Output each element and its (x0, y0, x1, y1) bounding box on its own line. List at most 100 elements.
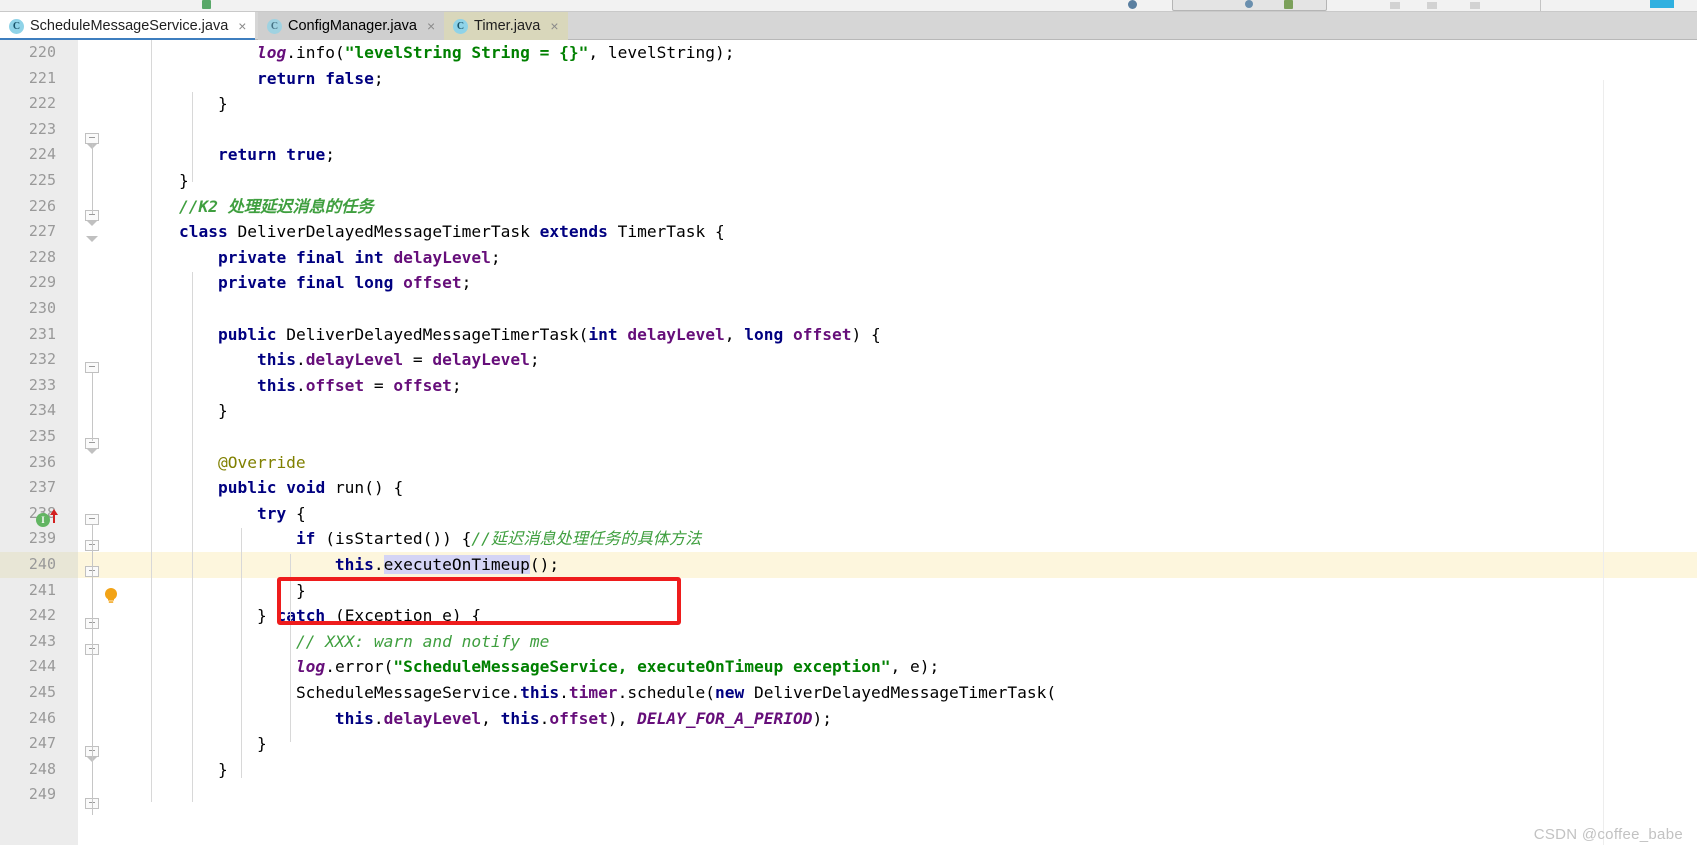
code-text[interactable]: this.offset = offset; (140, 373, 462, 399)
code-line[interactable]: 229 private final long offset; (0, 270, 1697, 296)
code-text[interactable]: @Override (140, 450, 306, 476)
code-line[interactable]: 220 log.info("levelString String = {}", … (0, 40, 1697, 66)
line-number[interactable]: 241 (0, 578, 58, 604)
code-text[interactable]: } (140, 168, 189, 194)
code-line[interactable]: 245 ScheduleMessageService.this.timer.sc… (0, 680, 1697, 706)
line-number[interactable]: 227 (0, 219, 58, 245)
toolbar-icon-right[interactable] (1284, 0, 1293, 9)
line-number[interactable]: 249 (0, 782, 58, 808)
line-number[interactable]: 240 (0, 552, 58, 578)
code-text[interactable]: private final int delayLevel; (140, 245, 501, 271)
line-number[interactable]: 220 (0, 40, 58, 66)
line-number[interactable]: 230 (0, 296, 58, 322)
code-text[interactable]: } (140, 398, 228, 424)
line-number[interactable]: 233 (0, 373, 58, 399)
code-line[interactable]: 246 this.delayLevel, this.offset), DELAY… (0, 706, 1697, 732)
code-text[interactable]: return true; (140, 142, 335, 168)
code-line[interactable]: 233 this.offset = offset; (0, 373, 1697, 399)
line-number[interactable]: 226 (0, 194, 58, 220)
line-number[interactable]: 221 (0, 66, 58, 92)
editor-tab-bar[interactable]: C ScheduleMessageService.java × C Config… (0, 12, 1697, 40)
code-text[interactable]: this.executeOnTimeup(); (140, 552, 559, 578)
line-number[interactable]: 222 (0, 91, 58, 117)
code-line[interactable]: 225 } (0, 168, 1697, 194)
code-line[interactable]: 227 class DeliverDelayedMessageTimerTask… (0, 219, 1697, 245)
code-line[interactable]: 248 } (0, 757, 1697, 783)
code-line[interactable]: 244 log.error("ScheduleMessageService, e… (0, 654, 1697, 680)
code-line[interactable]: 222 } (0, 91, 1697, 117)
line-number[interactable]: 235 (0, 424, 58, 450)
code-line[interactable]: 239 if (isStarted()) {//延迟消息处理任务的具体方法 (0, 526, 1697, 552)
code-text[interactable]: private final long offset; (140, 270, 471, 296)
line-number[interactable]: 231 (0, 322, 58, 348)
line-number[interactable]: 228 (0, 245, 58, 271)
line-number[interactable]: 229 (0, 270, 58, 296)
line-number[interactable]: 247 (0, 731, 58, 757)
toolbar-icon-left[interactable] (1128, 0, 1137, 9)
line-number[interactable]: 224 (0, 142, 58, 168)
line-number[interactable]: 223 (0, 117, 58, 143)
code-text[interactable]: try { (140, 501, 306, 527)
code-line[interactable]: 249 (0, 782, 1697, 808)
editor-tab-configmanager[interactable]: C ConfigManager.java × (258, 12, 445, 40)
code-line[interactable]: 234 } (0, 398, 1697, 424)
code-text[interactable]: // XXX: warn and notify me (140, 629, 549, 655)
code-text[interactable]: log.error("ScheduleMessageService, execu… (140, 654, 939, 680)
line-number[interactable]: 245 (0, 680, 58, 706)
code-text[interactable]: } (140, 578, 306, 604)
code-text[interactable]: this.delayLevel, this.offset), DELAY_FOR… (140, 706, 832, 732)
code-line[interactable]: 241 } (0, 578, 1697, 604)
code-lines-container[interactable]: 220 log.info("levelString String = {}", … (0, 40, 1697, 849)
code-text[interactable]: this.delayLevel = delayLevel; (140, 347, 540, 373)
implementation-marker-icon[interactable]: I (36, 513, 50, 527)
code-text[interactable]: } (140, 757, 228, 783)
code-line[interactable]: 221 return false; (0, 66, 1697, 92)
code-text[interactable]: log.info("levelString String = {}", leve… (140, 40, 735, 66)
toolbar-icon-b[interactable] (1427, 2, 1437, 9)
run-button-icon[interactable] (202, 0, 211, 9)
line-number[interactable]: 239 (0, 526, 58, 552)
code-line[interactable]: 238 try { (0, 501, 1697, 527)
code-editor[interactable]: 220 log.info("levelString String = {}", … (0, 40, 1697, 849)
code-line[interactable]: 242 } catch (Exception e) { (0, 603, 1697, 629)
code-text[interactable]: public DeliverDelayedMessageTimerTask(in… (140, 322, 881, 348)
code-text[interactable]: //K2 处理延迟消息的任务 (140, 194, 373, 220)
editor-tab-schedulemessageservice[interactable]: C ScheduleMessageService.java × (0, 12, 256, 40)
code-line[interactable]: 243 // XXX: warn and notify me (0, 629, 1697, 655)
code-line[interactable]: 231 public DeliverDelayedMessageTimerTas… (0, 322, 1697, 348)
line-number[interactable]: 237 (0, 475, 58, 501)
toolbar-icon-c[interactable] (1470, 2, 1480, 9)
line-number[interactable]: 236 (0, 450, 58, 476)
code-line[interactable]: 226 //K2 处理延迟消息的任务 (0, 194, 1697, 220)
line-number[interactable]: 242 (0, 603, 58, 629)
code-line[interactable]: 247 } (0, 731, 1697, 757)
code-line[interactable]: 237 public void run() { (0, 475, 1697, 501)
line-number[interactable]: 246 (0, 706, 58, 732)
line-number[interactable]: 234 (0, 398, 58, 424)
code-line[interactable]: 235 (0, 424, 1697, 450)
code-line[interactable]: 228 private final int delayLevel; (0, 245, 1697, 271)
code-line[interactable]: 224 return true; (0, 142, 1697, 168)
code-text[interactable]: class DeliverDelayedMessageTimerTask ext… (140, 219, 725, 245)
code-line[interactable]: 240 this.executeOnTimeup(); (0, 552, 1697, 578)
code-text[interactable]: ScheduleMessageService.this.timer.schedu… (140, 680, 1056, 706)
code-line[interactable]: 223 (0, 117, 1697, 143)
line-number[interactable]: 232 (0, 347, 58, 373)
code-line[interactable]: 232 this.delayLevel = delayLevel; (0, 347, 1697, 373)
code-line[interactable]: 236 @Override (0, 450, 1697, 476)
line-number[interactable]: 244 (0, 654, 58, 680)
toolbar-icon-a[interactable] (1390, 2, 1400, 9)
fold-marker-226[interactable] (85, 236, 100, 251)
close-icon[interactable]: × (427, 19, 435, 33)
code-text[interactable]: public void run() { (140, 475, 403, 501)
close-icon[interactable]: × (238, 19, 246, 33)
line-number[interactable]: 243 (0, 629, 58, 655)
code-text[interactable]: if (isStarted()) {//延迟消息处理任务的具体方法 (140, 526, 701, 552)
intention-lightbulb-icon[interactable] (103, 587, 119, 604)
line-number[interactable]: 225 (0, 168, 58, 194)
code-text[interactable]: } (140, 731, 267, 757)
close-icon[interactable]: × (550, 19, 558, 33)
overridden-method-arrow-icon[interactable] (49, 508, 59, 524)
editor-tab-timer[interactable]: C Timer.java × (444, 12, 568, 40)
code-text[interactable]: return false; (140, 66, 384, 92)
